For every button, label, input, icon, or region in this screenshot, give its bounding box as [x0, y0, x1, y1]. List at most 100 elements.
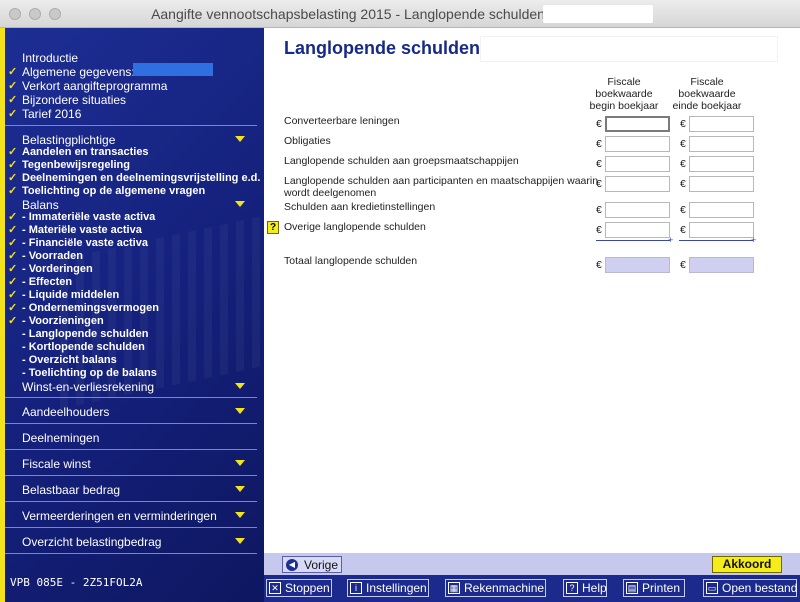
euro-sign: €	[596, 259, 602, 271]
checkmark-icon: ✓	[8, 108, 18, 120]
chevron-down-icon	[235, 201, 245, 207]
open-file-button[interactable]: ▭ Open bestand	[703, 579, 797, 597]
accept-button[interactable]: Akkoord	[712, 556, 782, 573]
help-question-button[interactable]: ?	[267, 221, 279, 234]
sidebar-section-label: Deelnemingen	[22, 431, 100, 445]
checkmark-icon: ✓	[8, 159, 18, 171]
row-label: Overige langlopende schulden	[284, 221, 426, 233]
chevron-down-icon	[235, 512, 245, 518]
amount-input-einde[interactable]	[689, 222, 754, 238]
sidebar-item-label: - Effecten	[22, 276, 73, 288]
row-label: Converteerbare leningen	[284, 115, 400, 127]
sidebar-item-label: Algemene gegevens:	[22, 65, 135, 79]
total-begin-field	[605, 257, 670, 273]
sidebar-divider	[5, 423, 257, 424]
settings-button[interactable]: i Instellingen	[347, 579, 429, 597]
euro-sign: €	[596, 204, 602, 216]
column-header-begin: Fiscale boekwaarde begin boekjaar	[589, 76, 659, 112]
amount-input-einde[interactable]	[689, 156, 754, 172]
sidebar-item-label: Belastingplichtige	[22, 133, 116, 147]
checkmark-icon: ✓	[8, 250, 18, 262]
sidebar-item-label: Aandelen en transacties	[22, 146, 149, 158]
euro-sign: €	[680, 138, 686, 150]
app-window: Aangifte vennootschapsbelasting 2015 - L…	[0, 0, 800, 602]
calculator-button[interactable]: ▦ Rekenmachine	[445, 579, 546, 597]
chevron-down-icon	[235, 383, 245, 389]
sidebar-divider	[5, 527, 257, 528]
column-header-einde: Fiscale boekwaarde einde boekjaar	[672, 76, 742, 112]
sidebar-section-label: Overzicht belastingbedrag	[22, 535, 162, 549]
checkmark-icon: ✓	[8, 66, 18, 78]
print-button[interactable]: ▤ Printen	[623, 579, 685, 597]
chevron-down-icon	[235, 538, 245, 544]
printer-icon: ▤	[626, 582, 638, 594]
checkmark-icon: ✓	[8, 94, 18, 106]
main-panel: Langlopende schulden Fiscale boekwaarde …	[264, 28, 800, 553]
row-label: Schulden aan kredietinstellingen	[284, 201, 436, 213]
amount-input-begin[interactable]	[605, 202, 670, 218]
euro-sign: €	[680, 158, 686, 170]
sidebar-item-label: - Immateriële vaste activa	[22, 211, 156, 223]
euro-sign: €	[680, 259, 686, 271]
amount-input-einde[interactable]	[689, 202, 754, 218]
sidebar-section-label: Belastbaar bedrag	[22, 483, 121, 497]
help-button[interactable]: ? Help	[563, 579, 607, 597]
sidebar-divider	[5, 125, 257, 126]
sidebar-item-label: Toelichting op de algemene vragen	[22, 185, 206, 197]
sidebar-item-label: - Materiële vaste activa	[22, 224, 142, 236]
back-arrow-icon: ◀	[286, 559, 298, 571]
chevron-down-icon	[235, 136, 245, 142]
amount-input-begin[interactable]	[605, 222, 670, 238]
folder-icon: ▭	[706, 582, 718, 594]
version-label: VPB 085E - 2Z51FOL2A	[10, 576, 143, 589]
sidebar-item-label: Bijzondere situaties	[22, 93, 127, 107]
checkmark-icon: ✓	[8, 263, 18, 275]
chevron-down-icon	[235, 460, 245, 466]
sidebar-item-label: Introductie	[22, 51, 79, 65]
sidebar-item-label: Balans	[22, 198, 59, 212]
help-icon: ?	[566, 582, 578, 594]
plus-sign-begin: +	[668, 235, 674, 245]
amount-input-begin[interactable]	[605, 116, 670, 132]
amount-input-einde[interactable]	[689, 176, 754, 192]
amount-input-einde[interactable]	[689, 116, 754, 132]
sidebar-divider	[5, 553, 257, 554]
euro-sign: €	[596, 158, 602, 170]
close-icon: ✕	[269, 582, 281, 594]
checkmark-icon: ✓	[8, 302, 18, 314]
euro-sign: €	[596, 118, 602, 130]
amount-input-begin[interactable]	[605, 176, 670, 192]
window-title: Aangifte vennootschapsbelasting 2015 - L…	[151, 6, 545, 22]
amount-input-einde[interactable]	[689, 136, 754, 152]
page-title: Langlopende schulden	[284, 38, 481, 58]
checkmark-icon: ✓	[8, 172, 18, 184]
row-label: Langlopende schulden aan participanten e…	[284, 175, 599, 199]
checkmark-icon: ✓	[8, 289, 18, 301]
previous-button[interactable]: ◀ Vorige	[282, 556, 342, 573]
sidebar-item-label: - Voorraden	[22, 250, 83, 262]
amount-input-begin[interactable]	[605, 156, 670, 172]
checkmark-icon: ✓	[8, 211, 18, 223]
checkmark-icon: ✓	[8, 80, 18, 92]
navigation-bar: ◀ Vorige Akkoord	[264, 553, 800, 575]
chevron-down-icon	[235, 408, 245, 414]
company-name-redacted	[133, 63, 213, 76]
sidebar-item-label: - Kortlopende schulden	[22, 341, 145, 353]
sidebar-item-label: - Langlopende schulden	[22, 328, 149, 340]
sidebar-item-label: - Voorzieningen	[22, 315, 104, 327]
total-label: Totaal langlopende schulden	[284, 255, 418, 267]
sidebar-divider	[5, 449, 257, 450]
checkmark-icon: ✓	[8, 276, 18, 288]
total-einde-field	[689, 257, 754, 273]
checkmark-icon: ✓	[8, 224, 18, 236]
amount-input-begin[interactable]	[605, 136, 670, 152]
sidebar-item-label: - Vorderingen	[22, 263, 93, 275]
sidebar-item-label: - Financiële vaste activa	[22, 237, 148, 249]
title-bar: Aangifte vennootschapsbelasting 2015 - L…	[0, 0, 800, 28]
sidebar-divider	[5, 501, 257, 502]
sidebar-section-label: Vermeerderingen en verminderingen	[22, 509, 217, 523]
euro-sign: €	[680, 224, 686, 236]
info-icon: i	[350, 582, 362, 594]
stop-button[interactable]: ✕ Stoppen	[266, 579, 332, 597]
bottom-toolbar: ✕ Stoppen i Instellingen ▦ Rekenmachine …	[264, 575, 800, 602]
